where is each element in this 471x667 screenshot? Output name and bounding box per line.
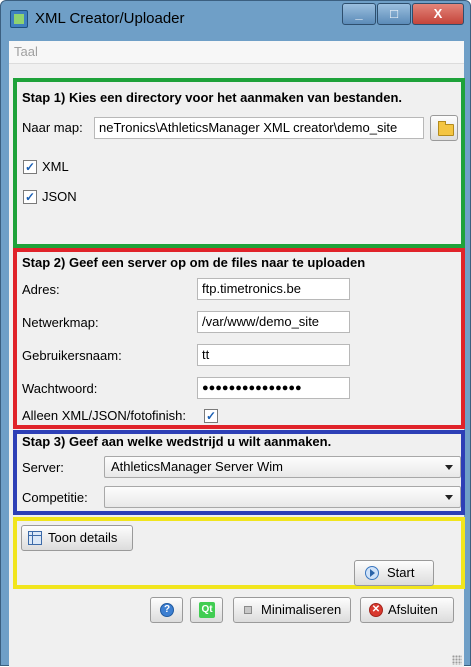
competition-select[interactable] [104,486,461,508]
close-button[interactable]: ✕ Afsluiten [360,597,454,623]
step3-group: Stap 3) Geef aan welke wedstrijd u wilt … [13,430,465,515]
title-bar[interactable]: XML Creator/Uploader _ □ X [1,1,470,40]
qt-icon: Qt [199,602,215,618]
xml-label: XML [42,159,69,174]
close-icon: ✕ [369,603,383,617]
play-icon [365,566,379,580]
password-input[interactable]: ●●●●●●●●●●●●●●● [197,377,350,399]
show-details-label: Toon details [48,530,118,545]
help-button[interactable]: ? [150,597,183,623]
competition-label: Competitie: [22,490,88,505]
step1-title: Stap 1) Kies een directory voor het aanm… [22,90,403,105]
resize-grip[interactable] [452,655,462,665]
about-qt-button[interactable]: Qt [190,597,223,623]
password-label: Wachtwoord: [22,381,98,396]
json-checkbox[interactable]: ✓ [23,190,37,204]
step2-title: Stap 2) Geef een server op om de files n… [22,255,366,270]
browse-folder-button[interactable] [430,115,458,141]
address-input[interactable]: ftp.timetronics.be [197,278,350,300]
minimize-icon [244,606,252,614]
window-title: XML Creator/Uploader [35,10,185,27]
window-close-button[interactable]: X [412,3,464,25]
start-label: Start [387,565,415,580]
only-files-checkbox[interactable]: ✓ [204,409,218,423]
window-maximize-button[interactable]: □ [377,3,411,25]
help-icon: ? [160,603,174,617]
folder-icon [438,121,454,136]
table-icon [28,531,42,545]
window-minimize-button[interactable]: _ [342,3,376,25]
folder-label: Naar map: [22,120,83,135]
only-files-label: Alleen XML/JSON/fotofinish: [22,408,187,423]
start-button[interactable]: Start [354,560,434,586]
xml-checkbox[interactable]: ✓ [23,160,37,174]
menu-bar: Taal [9,41,464,64]
network-folder-label: Netwerkmap: [22,315,99,330]
app-window: XML Creator/Uploader _ □ X Taal Stap 1) … [0,0,471,667]
step1-group: Stap 1) Kies een directory voor het aanm… [13,78,465,248]
json-label: JSON [42,189,77,204]
step3-title: Stap 3) Geef aan welke wedstrijd u wilt … [22,434,332,449]
username-input[interactable]: tt [197,344,350,366]
menu-item-taal[interactable]: Taal [14,44,38,59]
step2-group: Stap 2) Geef een server op om de files n… [13,248,465,429]
chevron-down-icon [445,465,453,470]
close-label: Afsluiten [388,602,438,617]
server-select-value: AthleticsManager Server Wim [111,459,283,474]
minimize-label: Minimaliseren [261,602,342,617]
server-select[interactable]: AthleticsManager Server Wim [104,456,461,478]
username-label: Gebruikersnaam: [22,348,122,363]
show-details-button[interactable]: Toon details [21,525,133,551]
network-folder-input[interactable]: /var/www/demo_site [197,311,350,333]
server-label: Server: [22,460,64,475]
client-area: Taal Stap 1) Kies een directory voor het… [9,41,465,667]
folder-input[interactable]: neTronics\AthleticsManager XML creator\d… [94,117,424,139]
chevron-down-icon [445,495,453,500]
minimize-button[interactable]: Minimaliseren [233,597,351,623]
address-label: Adres: [22,282,60,297]
app-icon [10,10,28,28]
